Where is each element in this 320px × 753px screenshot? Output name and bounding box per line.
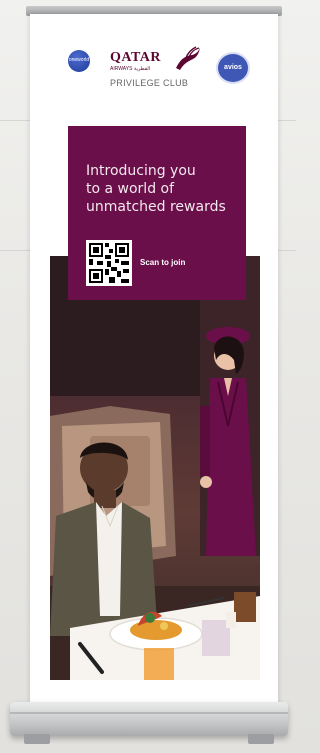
cabin-scene (50, 256, 260, 680)
base-foot-left (24, 734, 50, 744)
qr-code-icon[interactable] (86, 240, 132, 286)
headline-line-3: unmatched rewards (86, 199, 226, 215)
avios-label: avios (224, 64, 242, 71)
scan-to-join-label: Scan to join (140, 258, 186, 267)
airline-name: QATAR (110, 50, 161, 65)
headline-line-1: Introducing you (86, 163, 196, 179)
banner-stand-base (10, 702, 288, 736)
oneworld-logo-icon: oneworld (68, 50, 90, 72)
cabin-photo (50, 256, 260, 680)
base-foot-right (248, 734, 274, 744)
promo-headline: Introducing you to a world of unmatched … (86, 162, 244, 216)
rollup-banner: oneworld QATAR AIRWAYS القطرية PRIVILEGE… (30, 14, 278, 706)
promo-panel: Introducing you to a world of unmatched … (68, 126, 246, 300)
oryx-icon (176, 46, 200, 70)
base-groove (10, 712, 288, 714)
avios-logo-icon: avios (216, 52, 250, 84)
oneworld-label: oneworld (68, 57, 90, 63)
airline-subtitle: AIRWAYS القطرية (110, 66, 151, 72)
program-name: PRIVILEGE CLUB (110, 78, 189, 88)
headline-line-2: to a world of (86, 181, 175, 197)
